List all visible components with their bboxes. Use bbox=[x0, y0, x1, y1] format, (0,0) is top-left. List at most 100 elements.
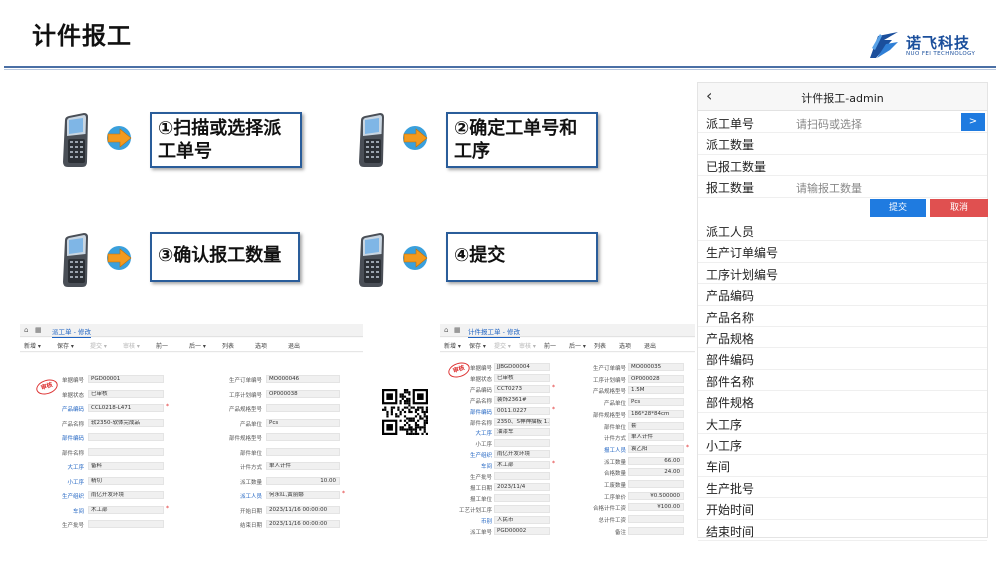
toolbar: 新增 ▾ 保存 ▾ 提交 ▾ 审核 ▾ 前一 后一 ▾ 列表 选项 退出 bbox=[20, 338, 363, 352]
field-input[interactable]: 备料 bbox=[88, 462, 164, 470]
mobile-info-row: 部件名称 bbox=[698, 370, 987, 392]
mobile-info-row: 结束时间 bbox=[698, 520, 987, 541]
field-input[interactable]: OP000038 bbox=[266, 389, 340, 398]
field-input[interactable] bbox=[266, 404, 340, 412]
field-input[interactable]: OP000028 bbox=[628, 374, 684, 383]
field-input[interactable] bbox=[628, 515, 684, 524]
field-input[interactable]: 2023/11/16 00:00:00 bbox=[266, 520, 340, 528]
toolbar-item[interactable]: 提交 ▾ bbox=[90, 341, 107, 350]
field-input[interactable]: ¥100.00 bbox=[628, 503, 684, 512]
field-input[interactable] bbox=[266, 447, 340, 456]
mobile-input-row[interactable]: 报工数量 请输报工数量 bbox=[698, 176, 987, 198]
toolbar-item[interactable]: 前一 bbox=[544, 341, 556, 350]
field-input[interactable]: 186*28*84cm bbox=[628, 409, 684, 418]
field-label: 工序计划编号 bbox=[228, 392, 262, 399]
field-input[interactable]: 已审核 bbox=[88, 389, 164, 398]
field-input[interactable]: PGD00002 bbox=[494, 526, 550, 535]
field-input[interactable]: 0011.0227 bbox=[494, 406, 550, 415]
toolbar-item[interactable]: 保存 ▾ bbox=[469, 341, 486, 350]
field-input[interactable]: 精切 bbox=[88, 476, 164, 485]
mobile-input-placeholder[interactable]: 请扫码或选择 bbox=[796, 116, 862, 132]
field-input[interactable]: 2350、S神神描板 1.8M bbox=[494, 417, 550, 426]
grid-icon[interactable]: ▦ bbox=[35, 327, 43, 334]
step-3-box: ③确认报工数量 bbox=[150, 232, 300, 282]
field-input[interactable] bbox=[88, 433, 164, 441]
field-input[interactable]: ¥0.500000 bbox=[628, 491, 684, 500]
toolbar-item[interactable]: 退出 bbox=[288, 341, 300, 350]
toolbar-item[interactable]: 后一 ▾ bbox=[569, 341, 586, 350]
field-input[interactable]: 木工部 bbox=[88, 505, 164, 514]
field-input[interactable]: 已审核 bbox=[494, 373, 550, 382]
field-input[interactable] bbox=[88, 447, 164, 456]
toolbar-item[interactable]: 选项 bbox=[619, 341, 631, 350]
mobile-header: ‹ 计件报工-admin bbox=[698, 83, 987, 111]
field-input[interactable] bbox=[266, 433, 340, 441]
field-input[interactable] bbox=[628, 526, 684, 535]
field-label: 备注 bbox=[614, 529, 626, 536]
mobile-input-row[interactable]: 派工单号 请扫码或选择 > bbox=[698, 112, 987, 134]
field-input[interactable] bbox=[494, 493, 550, 502]
field-label: 部件编码 bbox=[61, 436, 84, 442]
toolbar-item[interactable]: 退出 bbox=[644, 341, 656, 350]
toolbar-item[interactable]: 列表 bbox=[594, 341, 606, 350]
field-input[interactable]: JJBGD00004 bbox=[494, 363, 550, 371]
field-label: 部件规格型号 bbox=[228, 436, 262, 442]
toolbar-item[interactable]: 新增 ▾ bbox=[24, 341, 41, 350]
field-input[interactable]: 单人计件 bbox=[266, 462, 340, 470]
field-input[interactable]: 袁乙阳 bbox=[628, 444, 684, 453]
mobile-input-placeholder[interactable]: 请输报工数量 bbox=[796, 180, 862, 196]
field-input[interactable] bbox=[494, 439, 550, 448]
field-input[interactable]: MO000035 bbox=[628, 363, 684, 371]
tab-piece-report-edit[interactable]: 计件报工单 - 修改 bbox=[468, 326, 520, 338]
tab-bar: ⌂ ▦ 派工单 - 修改 bbox=[20, 324, 363, 338]
field-input[interactable]: 66.00 bbox=[628, 456, 684, 465]
field-input[interactable]: 木工部 bbox=[494, 461, 550, 470]
field-input[interactable] bbox=[494, 472, 550, 480]
toolbar-item[interactable]: 后一 ▾ bbox=[189, 341, 206, 350]
field-input[interactable]: 单人计件 bbox=[628, 433, 684, 442]
field-input[interactable]: CCL0218-L471 bbox=[88, 404, 164, 412]
field-input[interactable]: PGD00001 bbox=[88, 375, 164, 383]
toolbar-item[interactable]: 选项 bbox=[255, 341, 267, 350]
field-input[interactable]: MO000046 bbox=[266, 375, 340, 383]
field-input[interactable]: 雨亿开发环境 bbox=[88, 491, 164, 499]
field-input[interactable]: 24.00 bbox=[628, 468, 684, 477]
tab-dispatch-order-edit[interactable]: 派工单 - 修改 bbox=[52, 326, 91, 338]
grid-icon[interactable]: ▦ bbox=[454, 327, 462, 334]
toolbar-item[interactable]: 审核 ▾ bbox=[123, 341, 140, 350]
field-input[interactable]: Pcs bbox=[266, 418, 340, 427]
field-input[interactable]: 雨亿开发环境 bbox=[494, 450, 550, 459]
field-input[interactable]: 2023/11/4 bbox=[494, 482, 550, 491]
field-input[interactable]: Pcs bbox=[628, 398, 684, 407]
toolbar-item[interactable]: 保存 ▾ bbox=[57, 341, 74, 350]
toolbar-item[interactable]: 新增 ▾ bbox=[444, 341, 461, 350]
handheld-scanner-icon bbox=[359, 233, 384, 287]
field-label: 合格数量 bbox=[603, 471, 626, 478]
toolbar-item[interactable]: 前一 bbox=[156, 341, 168, 350]
field-input[interactable]: 2023/11/16 00:00:00 bbox=[266, 505, 340, 514]
cancel-button[interactable]: 取消 bbox=[930, 199, 988, 217]
toolbar-item[interactable]: 提交 ▾ bbox=[494, 341, 511, 350]
field-input[interactable]: 人民币 bbox=[494, 515, 550, 524]
field-input[interactable] bbox=[494, 504, 550, 513]
home-icon[interactable]: ⌂ bbox=[444, 327, 452, 334]
field-input[interactable]: 何永红,黄丽娜 bbox=[266, 491, 340, 499]
home-icon[interactable]: ⌂ bbox=[24, 327, 32, 334]
field-label: 部件规格型号 bbox=[592, 412, 626, 419]
toolbar-item[interactable]: 审核 ▾ bbox=[519, 341, 536, 350]
field-input[interactable]: CCT0273 bbox=[494, 384, 550, 393]
field-input[interactable] bbox=[88, 520, 164, 528]
toolbar-item[interactable]: 列表 bbox=[222, 341, 234, 350]
field-input[interactable]: 软2350-软体完成品 bbox=[88, 418, 164, 427]
mobile-info-row: 小工序 bbox=[698, 434, 987, 456]
field-input[interactable]: 套 bbox=[628, 421, 684, 430]
field-input[interactable] bbox=[628, 480, 684, 488]
mobile-info-row: 产品规格 bbox=[698, 327, 987, 349]
submit-button[interactable]: 提交 bbox=[870, 199, 926, 217]
scan-select-button[interactable]: > bbox=[961, 113, 985, 131]
field-input[interactable]: 装饰2361# bbox=[494, 395, 550, 404]
mobile-row-label: 工序计划编号 bbox=[706, 267, 779, 282]
field-input[interactable]: 油漆车 bbox=[494, 428, 550, 437]
field-input[interactable]: 1.5M bbox=[628, 386, 684, 395]
field-input[interactable]: 10.00 bbox=[266, 476, 340, 485]
